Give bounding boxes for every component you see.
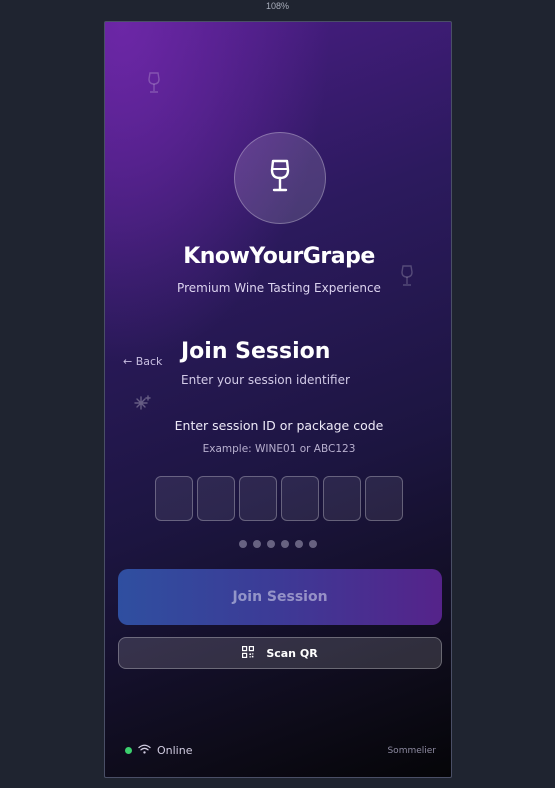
wifi-icon xyxy=(138,744,151,757)
code-char-box[interactable] xyxy=(239,476,277,521)
sparkle-icon xyxy=(132,394,152,418)
session-code-input xyxy=(155,476,403,521)
code-char-box[interactable] xyxy=(281,476,319,521)
code-prompt: Enter session ID or package code xyxy=(174,418,384,433)
progress-dot xyxy=(253,540,261,548)
code-progress-dots xyxy=(239,540,317,548)
page-title: Join Session xyxy=(181,339,331,364)
code-char-box[interactable] xyxy=(197,476,235,521)
progress-dot xyxy=(309,540,317,548)
qr-code-icon xyxy=(242,645,255,661)
connection-label: Online xyxy=(157,744,193,757)
online-indicator xyxy=(125,747,132,754)
progress-dot xyxy=(267,540,275,548)
user-role-label: Sommelier xyxy=(387,746,436,756)
code-example: Example: WINE01 or ABC123 xyxy=(202,443,356,455)
progress-dot xyxy=(295,540,303,548)
app-screen: KnowYourGrape Premium Wine Tasting Exper… xyxy=(104,21,452,778)
back-button[interactable]: ← Back xyxy=(123,355,162,368)
page-subtitle: Enter your session identifier xyxy=(181,373,350,387)
join-session-button[interactable]: Join Session xyxy=(118,569,442,625)
zoom-level: 108% xyxy=(265,1,290,11)
brand-tagline: Premium Wine Tasting Experience xyxy=(177,281,381,295)
scan-qr-label: Scan QR xyxy=(266,646,318,660)
code-char-box[interactable] xyxy=(365,476,403,521)
background-wine-glass-icon xyxy=(147,72,161,98)
brand-name: KnowYourGrape xyxy=(183,244,375,269)
code-char-box[interactable] xyxy=(323,476,361,521)
progress-dot xyxy=(239,540,247,548)
progress-dot xyxy=(281,540,289,548)
wine-glass-icon xyxy=(269,159,291,197)
code-char-box[interactable] xyxy=(155,476,193,521)
connection-status: Online xyxy=(125,744,192,757)
scan-qr-button[interactable]: Scan QR xyxy=(118,637,442,669)
logo-badge xyxy=(234,132,326,224)
